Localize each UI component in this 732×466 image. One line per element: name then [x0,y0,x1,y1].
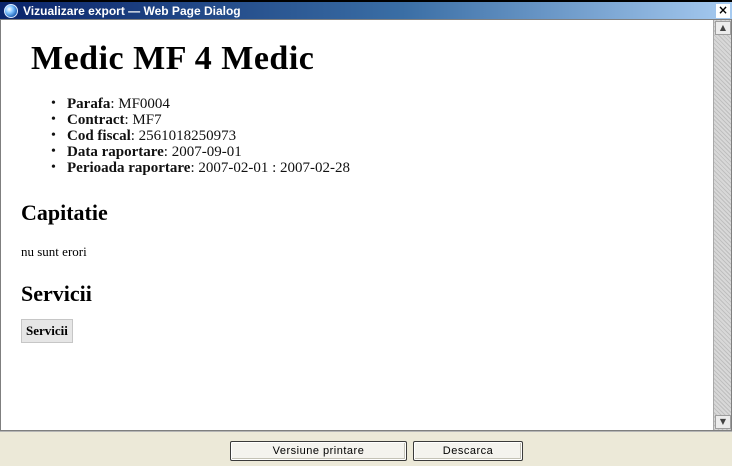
close-icon[interactable]: × [716,3,730,18]
scroll-up-arrow-icon[interactable]: ▲ [715,21,731,35]
page-title: Medic MF 4 Medic [31,40,315,77]
dialog-titlebar[interactable]: Vizualizare export — Web Page Dialog × [0,2,732,19]
info-item-contract: Contract: MF7 [51,112,350,128]
capitatie-status-text: nu sunt erori [21,244,87,259]
info-label: Cod fiscal [67,128,131,144]
dialog-button-bar: Versiune printare Descarca [0,431,732,466]
doctor-info-list: Parafa: MF0004 Contract: MF7 Cod fiscal:… [51,96,350,176]
info-item-data-raportare: Data raportare: 2007-09-01 [51,144,350,160]
info-label: Data raportare [67,144,164,160]
download-button[interactable]: Descarca [413,441,523,461]
report-content: Medic MF 4 Medic Parafa: MF0004 Contract… [11,20,709,430]
info-value: MF7 [132,112,162,128]
ie-globe-icon [4,3,18,18]
vertical-scrollbar[interactable]: ▲ ▼ [713,20,731,430]
capitatie-heading: Capitatie [21,200,108,225]
info-item-perioada-raportare: Perioada raportare: 2007-02-01 : 2007-02… [51,160,350,176]
dialog-title: Vizualizare export — Web Page Dialog [23,3,241,18]
servicii-heading: Servicii [21,281,92,306]
info-item-cod-fiscal: Cod fiscal: 2561018250973 [51,128,350,144]
info-value: MF0004 [118,96,170,112]
info-value: 2007-02-01 : 2007-02-28 [198,160,351,176]
info-item-parafa: Parafa: MF0004 [51,96,350,112]
info-value: 2561018250973 [138,128,237,144]
info-label: Perioada raportare [67,160,191,176]
scroll-down-arrow-icon[interactable]: ▼ [715,415,731,429]
print-version-button[interactable]: Versiune printare [230,441,407,461]
info-label: Contract [67,112,125,128]
info-label: Parafa [67,96,111,112]
servicii-button[interactable]: Servicii [21,319,73,343]
dialog-content-area: Medic MF 4 Medic Parafa: MF0004 Contract… [0,19,732,431]
info-value: 2007-09-01 [171,144,242,160]
